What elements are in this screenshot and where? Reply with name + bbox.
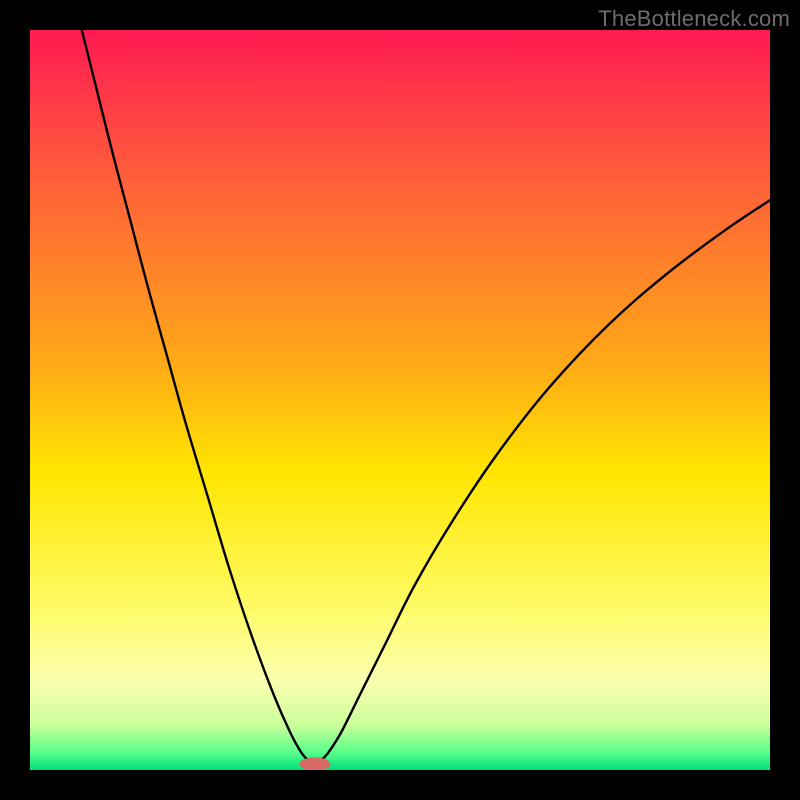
chart-frame: TheBottleneck.com [0, 0, 800, 800]
gradient-background [30, 30, 770, 770]
plot-area [30, 30, 770, 770]
chart-svg [30, 30, 770, 770]
watermark-text: TheBottleneck.com [598, 6, 790, 32]
